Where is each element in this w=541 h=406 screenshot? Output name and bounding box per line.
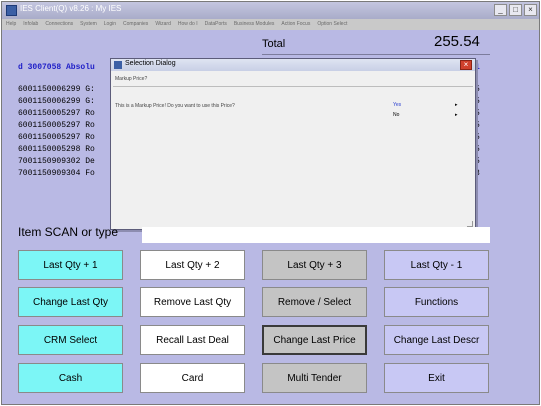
- selection-dialog: Selection Dialog × Markup Price? This is…: [110, 58, 476, 230]
- option-yes[interactable]: Yes: [393, 102, 401, 108]
- multi-tender-button[interactable]: Multi Tender: [262, 363, 367, 393]
- option-no-arrow-icon: ▸: [455, 112, 458, 118]
- menu-item[interactable]: How do I: [178, 19, 198, 30]
- menu-item[interactable]: System: [80, 19, 97, 30]
- deal-line: 6001150006299 G:: [18, 85, 95, 94]
- option-yes-arrow-icon: ▸: [455, 102, 458, 108]
- menu-item[interactable]: Action Focus: [281, 19, 310, 30]
- minimize-button[interactable]: _: [494, 4, 507, 16]
- menu-item[interactable]: Infolab: [23, 19, 38, 30]
- deal-line: 7001150909302 De: [18, 157, 95, 166]
- functions-button[interactable]: Functions: [384, 287, 489, 317]
- scan-input[interactable]: [142, 227, 490, 243]
- recall-last-deal-button[interactable]: Recall Last Deal: [140, 325, 245, 355]
- dialog-title-bar: Selection Dialog ×: [111, 59, 475, 71]
- crm-select-button[interactable]: CRM Select: [18, 325, 123, 355]
- menu-item[interactable]: Wizard: [155, 19, 171, 30]
- remove-last-qty-button[interactable]: Remove Last Qty: [140, 287, 245, 317]
- change-last-qty-button[interactable]: Change Last Qty: [18, 287, 123, 317]
- cash-button[interactable]: Cash: [18, 363, 123, 393]
- scan-label: Item SCAN or type: [18, 225, 119, 239]
- menu-item[interactable]: Companies: [123, 19, 148, 30]
- card-button[interactable]: Card: [140, 363, 245, 393]
- deal-line: 6001150006299 G:: [18, 97, 95, 106]
- close-button[interactable]: ×: [524, 4, 537, 16]
- remove-select-button[interactable]: Remove / Select: [262, 287, 367, 317]
- pos-screen: Total 255.54 d 3007058 Absolu 1 60011500…: [2, 30, 539, 404]
- deal-line: 6001150005297 Ro: [18, 109, 95, 118]
- change-last-price-button[interactable]: Change Last Price: [262, 325, 367, 355]
- deal-line: 6001150005297 Ro: [18, 121, 95, 130]
- option-no[interactable]: No: [393, 112, 399, 118]
- deal-header: d 3007058 Absolu: [18, 63, 95, 72]
- last-qty-3-button[interactable]: Last Qty + 3: [262, 250, 367, 280]
- total-value: 255.54: [434, 33, 480, 50]
- change-last-descr-button[interactable]: Change Last Descr: [384, 325, 489, 355]
- exit-button[interactable]: Exit: [384, 363, 489, 393]
- total-divider: [262, 54, 490, 55]
- last-qty-2-button[interactable]: Last Qty + 2: [140, 250, 245, 280]
- menu-item[interactable]: Connections: [45, 19, 73, 30]
- dialog-divider: [113, 86, 473, 87]
- dialog-close-button[interactable]: ×: [460, 60, 472, 70]
- dialog-title: Selection Dialog: [125, 60, 176, 67]
- last-qty-1-button[interactable]: Last Qty - 1: [384, 250, 489, 280]
- menu-item[interactable]: DataPorts: [205, 19, 227, 30]
- window-title: IES Client(Q) v8.26 : My IES: [20, 4, 122, 13]
- menu-bar: Help Infolab Connections System Login Compani…: [2, 19, 539, 30]
- dialog-question: This is a Markup Price! Do you want to u…: [115, 103, 235, 109]
- menu-item[interactable]: Business Modules: [234, 19, 275, 30]
- last-qty-1-button[interactable]: Last Qty + 1: [18, 250, 123, 280]
- maximize-button[interactable]: □: [509, 4, 522, 16]
- title-bar: IES Client(Q) v8.26 : My IES _ □ ×: [2, 2, 539, 19]
- deal-lines: 6001150006299 G: 6001150006299 G: 60011500…: [18, 84, 108, 180]
- app-window: IES Client(Q) v8.26 : My IES _ □ × Help I…: [1, 1, 540, 405]
- dialog-app-icon: [114, 61, 122, 69]
- menu-item[interactable]: Help: [6, 19, 16, 30]
- deal-line: 6001150005297 Ro: [18, 133, 95, 142]
- deal-line: 7001150909304 Fo: [18, 169, 95, 178]
- menu-item[interactable]: Option Select: [317, 19, 347, 30]
- app-icon: [6, 5, 17, 16]
- total-label: Total: [262, 38, 286, 50]
- deal-line: 6001150005298 Ro: [18, 145, 95, 154]
- menu-item[interactable]: Login: [104, 19, 116, 30]
- dialog-subtitle: Markup Price?: [115, 76, 148, 82]
